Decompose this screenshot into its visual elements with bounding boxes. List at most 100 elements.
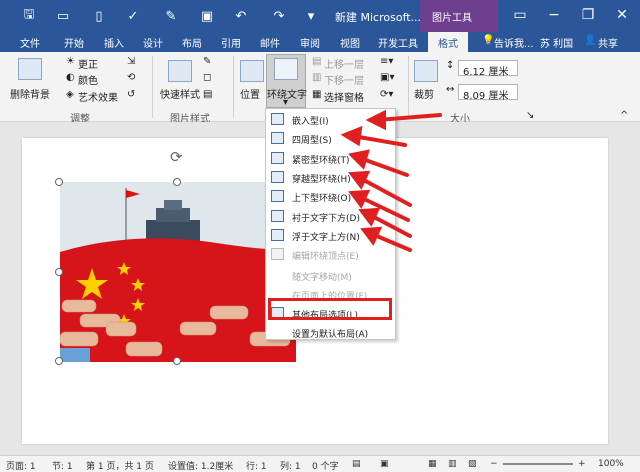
square-wrap-icon <box>271 132 284 144</box>
open-folder-icon[interactable]: ▭ <box>52 6 74 26</box>
picture-effects-icon[interactable]: ◻ <box>203 72 211 83</box>
corrections-icon: ☀ <box>66 56 75 67</box>
status-char-count[interactable]: 0 个字 <box>312 459 339 472</box>
ribbon-display-icon[interactable]: ▭ <box>506 4 534 26</box>
send-backward-icon: ▥ <box>312 72 322 83</box>
web-layout-icon[interactable]: ▧ <box>468 459 477 469</box>
resize-handle[interactable] <box>173 357 181 365</box>
bring-forward-icon: ▤ <box>312 56 322 67</box>
resize-handle[interactable] <box>55 268 63 276</box>
crop-button[interactable]: 裁剪 <box>414 86 434 101</box>
tab-review[interactable]: 审阅 <box>300 35 320 50</box>
new-document-icon[interactable]: ▯ <box>88 6 110 26</box>
quick-styles-button[interactable]: 快速样式 <box>160 86 200 101</box>
user-name[interactable]: 苏 利国 <box>540 35 573 50</box>
reset-picture-icon[interactable]: ↺ <box>127 89 135 100</box>
menu-item-through[interactable]: 穿越型环绕(H) <box>266 168 395 187</box>
minimize-button[interactable]: − <box>540 4 568 26</box>
height-input[interactable]: 6.12 厘米 <box>458 60 518 78</box>
read-mode-icon[interactable]: ▦ <box>428 459 437 469</box>
menu-item-top-bottom[interactable]: 上下型环绕(O) <box>266 187 395 206</box>
crop-icon[interactable] <box>414 60 438 82</box>
close-button[interactable]: ✕ <box>608 4 636 26</box>
edit-wrap-points-icon <box>271 248 284 260</box>
proofing-icon[interactable]: ▤ <box>352 459 361 469</box>
tab-view[interactable]: 视图 <box>340 35 360 50</box>
tab-mailings[interactable]: 邮件 <box>260 35 280 50</box>
zoom-in-icon[interactable]: + <box>578 459 586 469</box>
menu-item-square[interactable]: 四周型(S) <box>266 129 395 148</box>
tab-developer[interactable]: 开发工具 <box>378 35 418 50</box>
remove-background-icon[interactable] <box>18 58 42 80</box>
height-icon: ↕ <box>446 60 455 71</box>
picture-layout-icon[interactable]: ▤ <box>203 89 212 100</box>
through-wrap-icon <box>271 171 284 183</box>
spelling-icon[interactable]: ✓ <box>122 6 144 26</box>
menu-item-edit-wrap-points: 编辑环绕顶点(E) <box>266 245 395 264</box>
lightbulb-icon: 💡 <box>482 35 495 46</box>
tab-home[interactable]: 开始 <box>64 35 84 50</box>
resize-handle[interactable] <box>55 357 63 365</box>
title-bar: 🖫 ▭ ▯ ✓ ✎ ▣ ↶ ↷ ▾ 新建 Microsoft... 图片工具 ▭… <box>0 0 640 32</box>
status-line[interactable]: 行: 1 <box>246 459 267 472</box>
zoom-slider[interactable] <box>503 463 573 465</box>
status-page-of[interactable]: 第 1 页，共 1 页 <box>86 459 154 472</box>
group-divider <box>233 56 234 118</box>
width-input[interactable]: 8.09 厘米 <box>458 84 518 102</box>
quick-styles-icon[interactable] <box>168 60 192 82</box>
size-dialog-launcher-icon[interactable]: ↘ <box>526 110 534 121</box>
position-button[interactable]: 位置 <box>240 86 260 101</box>
macro-icon[interactable]: ▣ <box>380 459 389 469</box>
group-icon[interactable]: ▣▾ <box>380 72 394 83</box>
picture-border-icon[interactable]: ✎ <box>203 56 211 67</box>
resize-handle[interactable] <box>55 178 63 186</box>
print-preview-icon[interactable]: ▣ <box>196 6 218 26</box>
bring-forward-button[interactable]: 上移一层 <box>324 56 364 71</box>
zoom-out-icon[interactable]: − <box>490 459 498 469</box>
corrections-button[interactable]: 更正 <box>78 56 98 71</box>
tab-design[interactable]: 设计 <box>143 35 163 50</box>
customize-quick-access-icon[interactable]: ▾ <box>300 6 322 26</box>
format-painter-icon[interactable]: ✎ <box>160 6 182 26</box>
menu-item-inline[interactable]: 嵌入型(I) <box>266 110 395 129</box>
align-icon[interactable]: ≡▾ <box>380 56 393 67</box>
send-backward-button[interactable]: 下移一层 <box>324 72 364 87</box>
selected-picture[interactable] <box>60 182 296 362</box>
chevron-down-icon: ▾ <box>283 97 289 108</box>
status-page[interactable]: 页面: 1 <box>6 459 36 472</box>
menu-item-behind-text[interactable]: 衬于文字下方(D) <box>266 207 395 226</box>
menu-item-in-front-of-text[interactable]: 浮于文字上方(N) <box>266 226 395 245</box>
position-icon[interactable] <box>240 60 264 82</box>
rotate-icon[interactable]: ⟳▾ <box>380 89 393 100</box>
save-icon[interactable]: 🖫 <box>18 6 40 26</box>
status-column[interactable]: 列: 1 <box>280 459 301 472</box>
tell-me-search[interactable]: 告诉我... <box>494 35 534 50</box>
restore-button[interactable]: ❐ <box>574 4 602 26</box>
zoom-level[interactable]: 100% <box>598 459 624 469</box>
tab-format[interactable]: 格式 <box>428 32 468 52</box>
ribbon-tabs: 文件 开始 插入 设计 布局 引用 邮件 审阅 视图 开发工具 格式 💡 告诉我… <box>0 32 640 52</box>
change-picture-icon[interactable]: ⟲ <box>127 72 135 83</box>
artistic-effects-button[interactable]: 艺术效果 <box>78 89 118 104</box>
in-front-of-text-icon <box>271 229 284 241</box>
tab-insert[interactable]: 插入 <box>104 35 124 50</box>
share-icon[interactable]: 👤 <box>584 35 596 46</box>
undo-icon[interactable]: ↶ <box>230 6 252 26</box>
menu-item-tight[interactable]: 紧密型环绕(T) <box>266 149 395 168</box>
tab-layout[interactable]: 布局 <box>182 35 202 50</box>
tab-references[interactable]: 引用 <box>221 35 241 50</box>
status-section[interactable]: 节: 1 <box>52 459 73 472</box>
remove-background-button[interactable]: 删除背景 <box>10 86 50 101</box>
share-button[interactable]: 共享 <box>598 35 618 50</box>
redo-icon[interactable]: ↷ <box>268 6 290 26</box>
status-setting[interactable]: 设置值: 1.2厘米 <box>168 459 233 472</box>
compress-pictures-icon[interactable]: ⇲ <box>127 56 135 67</box>
resize-handle[interactable] <box>173 178 181 186</box>
collapse-ribbon-icon[interactable]: ^ <box>620 110 628 121</box>
print-layout-icon[interactable]: ▥ <box>448 459 457 469</box>
selection-pane-button[interactable]: 选择窗格 <box>324 89 364 104</box>
tab-file[interactable]: 文件 <box>20 35 40 50</box>
color-button[interactable]: 颜色 <box>78 72 98 87</box>
menu-item-set-default-layout[interactable]: 设置为默认布局(A) <box>266 323 395 342</box>
rotate-handle-icon[interactable]: ⟳ <box>170 148 183 166</box>
